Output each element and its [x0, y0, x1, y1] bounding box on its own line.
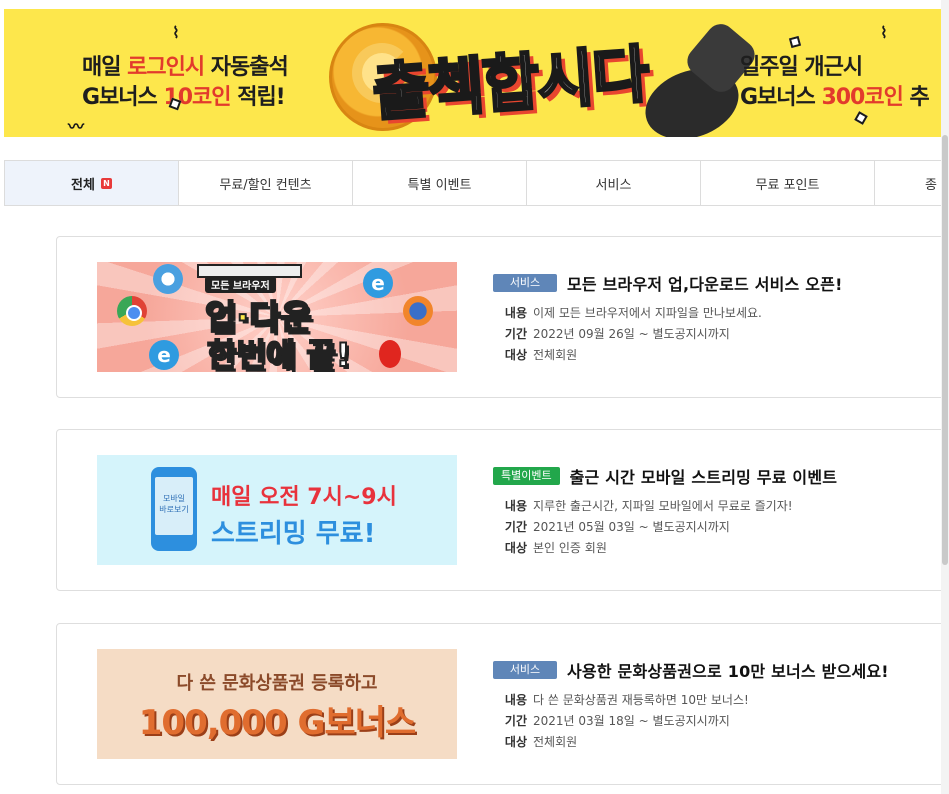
tab-label: 무료/할인 컨텐츠 [219, 177, 312, 193]
tab-special-event[interactable]: 특별 이벤트 [353, 161, 527, 205]
event-thumbnail[interactable]: e e 모든 브라우저 업·다운 한번에 끝! [97, 262, 457, 372]
event-title[interactable]: 사용한 문화상품권으로 10만 보너스 받으세요! [567, 658, 889, 682]
squiggle-icon: ⌇ [880, 23, 888, 42]
meta-label: 대상 [504, 735, 527, 749]
category-tabs: 전체 N 무료/할인 컨텐츠 특별 이벤트 서비스 무료 포인트 종 [4, 160, 949, 206]
event-target: 전체회원 [533, 348, 578, 362]
squiggle-icon: ⌇ [172, 23, 180, 42]
banner-left-line1-red: 로그인시 [127, 55, 205, 80]
meta-label: 기간 [504, 714, 527, 728]
new-badge: N [100, 177, 112, 189]
squiggle-icon: 〰 [68, 117, 85, 136]
meta-label: 기간 [504, 327, 527, 341]
meta-label: 내용 [504, 499, 527, 513]
phone-text: 모바일 [162, 494, 186, 503]
category-badge: 서비스 [493, 661, 557, 679]
tab-free-point[interactable]: 무료 포인트 [701, 161, 875, 205]
event-target: 본인 인증 회원 [533, 541, 607, 555]
opera-icon [379, 340, 401, 368]
event-title[interactable]: 출근 시간 모바일 스트리밍 무료 이벤트 [570, 464, 838, 488]
banner-left-line1a: 매일 [82, 55, 128, 80]
event-content: 지루한 출근시간, 지파일 모바일에서 무료로 즐기자! [533, 499, 793, 513]
event-card[interactable]: e e 모든 브라우저 업·다운 한번에 끝! 서비스 모든 브라우저 업,다운… [56, 236, 949, 398]
category-badge: 특별이벤트 [493, 467, 560, 485]
meta-label: 내용 [504, 306, 527, 320]
tab-free-discount-content[interactable]: 무료/할인 컨텐츠 [179, 161, 353, 205]
safari-icon [153, 264, 183, 294]
meta-label: 대상 [504, 348, 527, 362]
banner-right-line2-coin: 300코인 [821, 85, 903, 110]
banner-left-line2b: 적립! [230, 85, 286, 110]
banner-right-text: 일주일 개근시 G보너스 300코인 추 [740, 53, 930, 113]
thumb-headline: 다 쓴 문화상품권 등록하고 [176, 673, 378, 694]
banner-right-line2b: 추 [902, 85, 930, 110]
scrollbar-thumb[interactable] [942, 135, 948, 565]
tab-label: 전체 [71, 177, 95, 193]
event-thumbnail[interactable]: 다 쓴 문화상품권 등록하고 100,000 G보너스 [97, 649, 457, 759]
event-info: 서비스 모든 브라우저 업,다운로드 서비스 오픈! 내용 이제 모든 브라우저에… [493, 271, 933, 366]
meta-label: 대상 [504, 541, 527, 555]
banner-left-text: 매일 로그인시 자동출석 G보너스 10코인 적립! [82, 53, 289, 113]
ie-icon: e [363, 268, 393, 298]
attendance-banner[interactable]: 매일 로그인시 자동출석 G보너스 10코인 적립! 출첵합시다 일주일 개근시… [4, 9, 944, 137]
tab-service[interactable]: 서비스 [527, 161, 701, 205]
event-title[interactable]: 모든 브라우저 업,다운로드 서비스 오픈! [567, 271, 843, 295]
thumb-subheadline: 100,000 G보너스 [138, 703, 416, 743]
event-period: 2021년 03월 18일 ~ 별도공지시까지 [533, 714, 730, 728]
event-card[interactable]: 모바일 바로보기 매일 오전 7시~9시 스트리밍 무료! 특별이벤트 출근 시… [56, 429, 949, 591]
event-info: 서비스 사용한 문화상품권으로 10만 보너스 받으세요! 내용 다 쓴 문화상품… [493, 658, 933, 753]
meta-label: 내용 [504, 693, 527, 707]
tab-all[interactable]: 전체 N [5, 161, 179, 205]
phone-screen: 모바일 바로보기 [155, 477, 193, 535]
ie-icon: e [149, 340, 179, 370]
tab-label: 종 [925, 177, 937, 193]
banner-right-line2a: G보너스 [740, 85, 822, 110]
confetti-icon [788, 35, 802, 49]
banner-left-line2a: G보너스 [82, 85, 164, 110]
banner-right-line1: 일주일 개근시 [740, 55, 863, 80]
meta-label: 기간 [504, 520, 527, 534]
thumb-subheadline: 스트리밍 무료! [211, 519, 376, 549]
banner-headline: 출첵합시다 [369, 36, 652, 131]
event-content: 다 쓴 문화상품권 재등록하면 10만 보너스! [533, 693, 749, 707]
event-target: 전체회원 [533, 735, 578, 749]
event-card[interactable]: 다 쓴 문화상품권 등록하고 100,000 G보너스 서비스 사용한 문화상품… [56, 623, 949, 785]
confetti-icon [854, 111, 868, 125]
event-period: 2021년 05월 03일 ~ 별도공지시까지 [533, 520, 730, 534]
tab-label: 서비스 [595, 177, 632, 193]
tab-label: 무료 포인트 [755, 177, 820, 193]
category-badge: 서비스 [493, 274, 557, 292]
event-info: 특별이벤트 출근 시간 모바일 스트리밍 무료 이벤트 내용 지루한 출근시간, … [493, 464, 933, 559]
event-thumbnail[interactable]: 모바일 바로보기 매일 오전 7시~9시 스트리밍 무료! [97, 455, 457, 565]
event-period: 2022년 09월 26일 ~ 별도공지시까지 [533, 327, 730, 341]
tab-ended[interactable]: 종 [875, 161, 947, 205]
phone-text: 바로보기 [159, 505, 189, 514]
chrome-icon [117, 296, 147, 326]
event-content: 이제 모든 브라우저에서 지파일을 만나보세요. [533, 306, 762, 320]
thumb-subheadline: 한번에 끝! [206, 335, 351, 372]
banner-left-line1b: 자동출석 [204, 55, 289, 80]
thumb-headline: 매일 오전 7시~9시 [211, 485, 397, 510]
firefox-icon [403, 296, 433, 326]
tab-label: 특별 이벤트 [407, 177, 472, 193]
